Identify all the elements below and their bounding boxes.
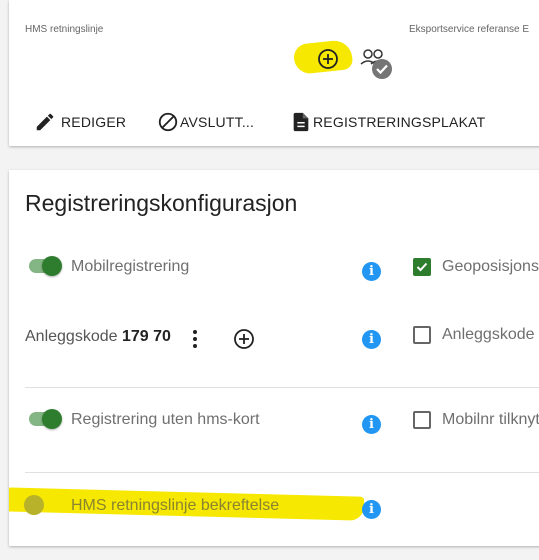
- registration-without-card-toggle[interactable]: [26, 409, 62, 429]
- checkmark-icon: [416, 262, 428, 272]
- mobile-number-label: Mobilnr tilknyt: [442, 411, 539, 428]
- site-code-value: 179 70: [121, 328, 171, 345]
- divider: [25, 387, 539, 388]
- pencil-icon: [36, 113, 54, 131]
- registration-without-card-label: Registrering uten hms-kort: [71, 411, 260, 428]
- hms-guideline-label: HMS retningslinje: [25, 24, 104, 35]
- registration-poster-label: REGISTRERINGSPLAKAT: [313, 114, 486, 130]
- edit-button[interactable]: REDIGER: [34, 108, 126, 136]
- export-service-reference-label: Eksportservice referanse E: [409, 24, 530, 35]
- section-title: Registreringskonfigurasjon: [25, 190, 298, 216]
- registration-poster-button[interactable]: REGISTRERINGSPLAKAT: [290, 108, 485, 136]
- info-icon[interactable]: i: [362, 330, 381, 349]
- mobile-registration-toggle[interactable]: [26, 256, 62, 276]
- info-icon[interactable]: i: [362, 500, 381, 519]
- site-code-label: Anleggskode: [25, 328, 122, 345]
- mobile-number-checkbox[interactable]: [413, 411, 431, 429]
- site-code-row: Anleggskode 179 70: [25, 328, 171, 346]
- more-vert-icon[interactable]: [189, 328, 201, 350]
- registration-config-card: Registreringskonfigurasjon Mobilregistre…: [9, 170, 539, 546]
- divider: [25, 472, 539, 473]
- edit-button-label: REDIGER: [61, 114, 127, 130]
- info-icon[interactable]: i: [362, 415, 381, 434]
- block-icon: [158, 112, 178, 132]
- mobile-registration-label: Mobilregistrering: [71, 258, 190, 275]
- project-header-card: HMS retningslinje Eksportservice referan…: [9, 0, 539, 146]
- people-check-icon: [359, 48, 395, 80]
- geoposition-checkbox[interactable]: [413, 258, 431, 276]
- geoposition-label: Geoposisjons: [442, 258, 539, 275]
- close-registration-button[interactable]: AVSLUTT...: [157, 108, 254, 136]
- add-site-code-icon[interactable]: [233, 328, 255, 350]
- document-icon: [293, 112, 309, 132]
- close-registration-label: AVSLUTT...: [180, 114, 255, 130]
- info-icon[interactable]: i: [362, 262, 381, 281]
- plus-circle-icon[interactable]: [317, 48, 339, 70]
- site-code-option-label: Anleggskode: [442, 326, 535, 343]
- hms-guideline-confirmation-label: HMS retningslinje bekreftelse: [71, 497, 280, 514]
- hms-guideline-confirmation-toggle[interactable]: [24, 495, 60, 515]
- site-code-checkbox[interactable]: [413, 326, 431, 344]
